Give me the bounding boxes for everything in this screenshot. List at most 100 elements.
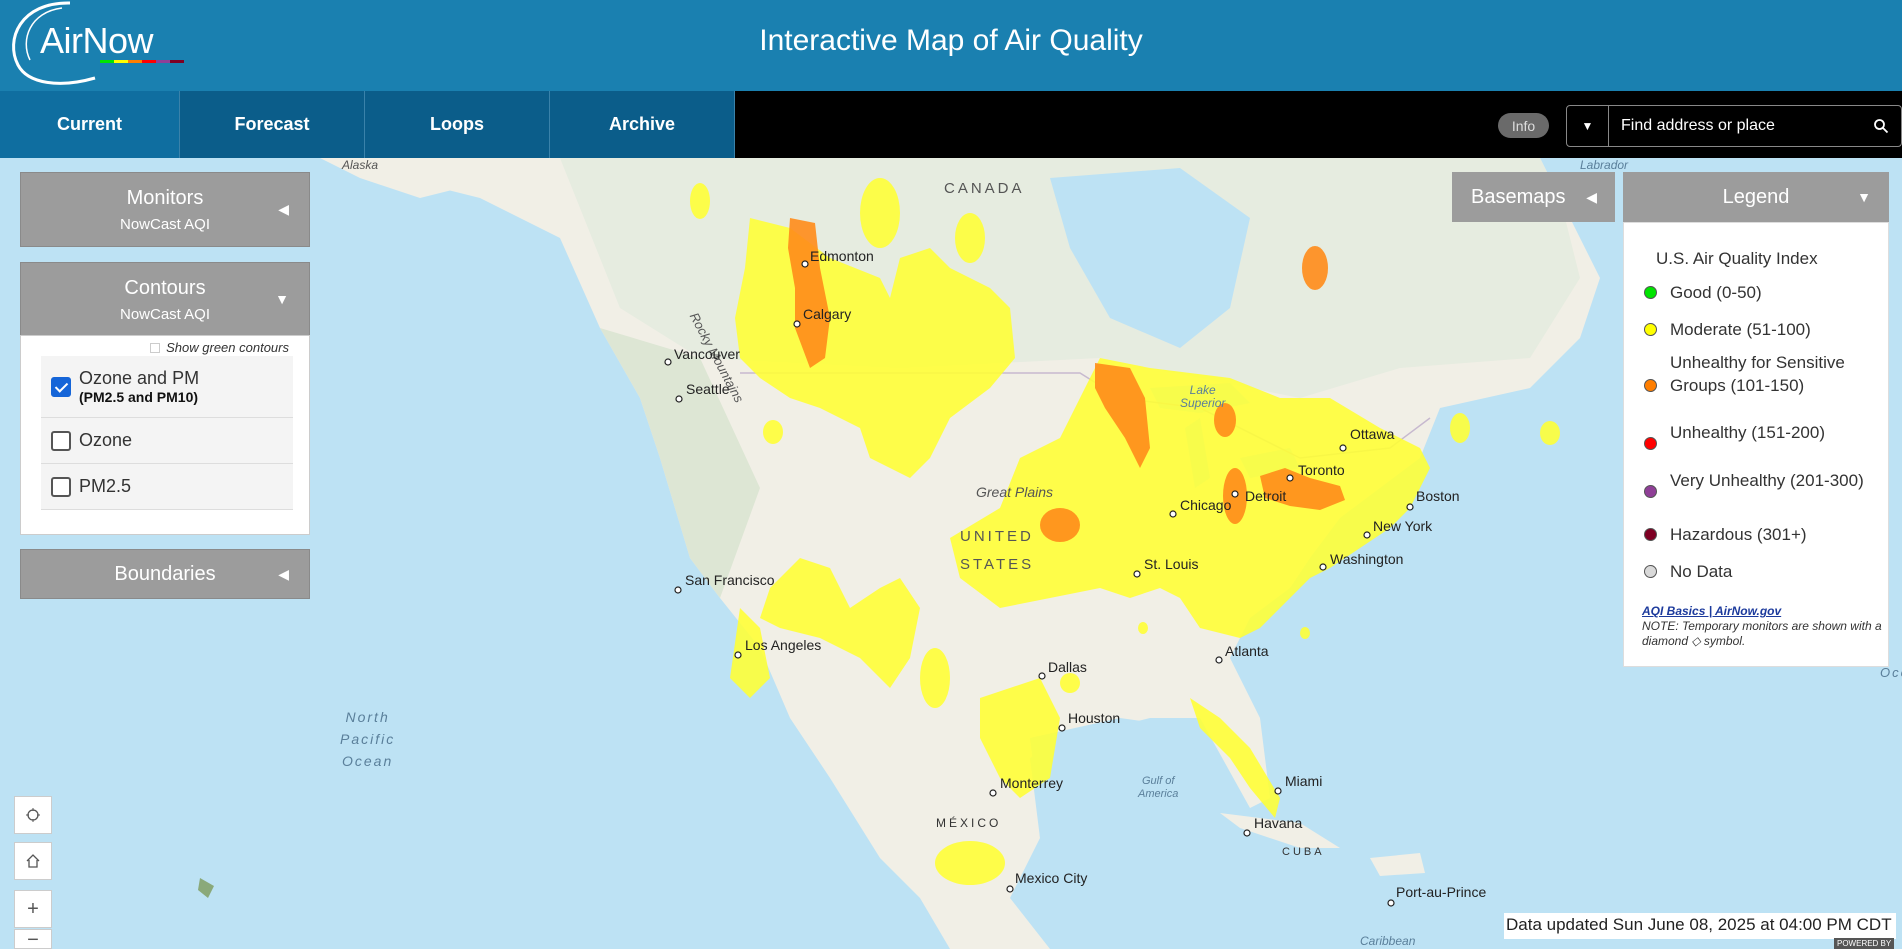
tab-archive[interactable]: Archive — [550, 91, 735, 158]
collapse-left-icon: ◀ — [278, 566, 289, 582]
legend-item-unhealthy: Unhealthy (151-200) — [1644, 421, 1880, 450]
aqi-dot-icon — [1644, 485, 1657, 498]
map-label-ottawa: Ottawa — [1350, 426, 1395, 442]
map-label-mexico: MÉXICO — [936, 816, 1002, 830]
search-source-dropdown[interactable]: ▼ — [1567, 106, 1609, 146]
map-label-alaska: Alaska — [342, 158, 379, 172]
map-label-caribbean: Caribbean — [1360, 934, 1416, 948]
option-label: Ozone and PM — [79, 368, 200, 388]
option-sublabel: (PM2.5 and PM10) — [79, 389, 199, 405]
locate-button[interactable] — [14, 796, 52, 834]
legend-label: Very Unhealthy (201-300) — [1670, 471, 1864, 490]
map-label-port-au-prince: Port-au-Prince — [1396, 884, 1487, 900]
map-label-united: UNITED — [960, 528, 1034, 545]
plus-icon: + — [27, 897, 39, 920]
map-label-san-francisco: San Francisco — [685, 572, 775, 588]
logo-bar — [114, 60, 128, 63]
map-label-chicago: Chicago — [1180, 497, 1232, 513]
map-label-toronto: Toronto — [1298, 462, 1345, 478]
map-label-detroit: Detroit — [1245, 488, 1287, 504]
legend-heading: U.S. Air Quality Index — [1656, 249, 1818, 268]
gulf-label-line2: America — [1138, 788, 1179, 800]
logo-bar — [142, 60, 156, 63]
aqi-basics-link[interactable]: AQI Basics | AirNow.gov — [1642, 604, 1781, 618]
map-label-great-plains: Great Plains — [976, 484, 1054, 500]
zoom-out-button[interactable]: − — [14, 929, 52, 949]
aqi-dot-icon — [1644, 286, 1657, 299]
basemaps-panel-header[interactable]: Basemaps ◀ — [1452, 172, 1615, 222]
legend-label: Good (0-50) — [1670, 283, 1762, 302]
pm25-checkbox[interactable] — [51, 476, 71, 497]
collapse-left-icon: ◀ — [278, 201, 289, 217]
map-label-monterrey: Monterrey — [1000, 775, 1064, 791]
legend-title: Legend — [1722, 185, 1790, 208]
page-title: Interactive Map of Air Quality — [759, 24, 1143, 57]
show-green-label: Show green contours — [166, 340, 289, 355]
data-updated-status: Data updated Sun June 08, 2025 at 04:00 … — [1504, 913, 1896, 939]
tab-current[interactable]: Current — [0, 91, 180, 158]
logo-bar — [100, 60, 114, 63]
map-label-labrador: Labrador — [1580, 158, 1629, 172]
map-label-canada: CANADA — [944, 180, 1025, 197]
chevron-down-icon: ▼ — [1857, 189, 1871, 205]
boundaries-panel-header[interactable]: Boundaries ◀ — [20, 549, 310, 599]
monitors-subtitle: NowCast AQI — [119, 216, 211, 233]
search-icon[interactable] — [1861, 106, 1901, 146]
map-label-miami: Miami — [1285, 773, 1323, 789]
contours-panel-header[interactable]: Contours NowCast AQI ▼ — [20, 262, 310, 337]
legend-item-good: Good (0-50) — [1644, 281, 1880, 304]
contours-panel-body: Show green contours Ozone and PM (PM2.5 … — [20, 335, 310, 535]
map-label-washington: Washington — [1330, 551, 1404, 567]
legend-note: NOTE: Temporary monitors are shown with … — [1642, 619, 1882, 648]
info-button[interactable]: Info — [1498, 113, 1549, 138]
map-label-north-pacific: North Pacific Ocean — [340, 706, 395, 772]
option-text: Ozone and PM (PM2.5 and PM10) — [79, 368, 199, 405]
map-label-seattle: Seattle — [686, 381, 730, 397]
legend-panel-header[interactable]: Legend ▼ — [1623, 172, 1889, 222]
map-label-cuba: CUBA — [1282, 846, 1325, 858]
map-label-states: STATES — [960, 556, 1035, 573]
option-label: PM2.5 — [79, 476, 132, 496]
minus-icon: − — [27, 929, 39, 949]
contours-title: Contours — [124, 277, 206, 299]
ozone-checkbox[interactable] — [51, 430, 71, 451]
legend-label: Hazardous (301+) — [1670, 525, 1807, 544]
search-input[interactable] — [1609, 106, 1861, 146]
option-pm25[interactable]: PM2.5 — [41, 464, 293, 510]
zoom-in-button[interactable]: + — [14, 890, 52, 928]
option-ozone[interactable]: Ozone — [41, 418, 293, 464]
chevron-down-icon: ▼ — [275, 291, 289, 307]
map-label-gulf-of-america: Gulf of America — [1138, 775, 1178, 801]
crosshair-icon — [26, 808, 40, 822]
logo-bar — [156, 60, 170, 63]
aqi-dot-icon — [1644, 528, 1657, 541]
monitors-panel-header[interactable]: Monitors NowCast AQI ◀ — [20, 172, 310, 247]
map-label-atlanta: Atlanta — [1225, 643, 1269, 659]
map-label-los-angeles: Los Angeles — [745, 637, 822, 653]
show-green-checkbox[interactable] — [150, 342, 161, 353]
app-header: AirNow Interactive Map of Air Quality — [0, 0, 1902, 91]
home-button[interactable] — [14, 842, 52, 880]
tab-forecast[interactable]: Forecast — [180, 91, 365, 158]
monitors-title: Monitors — [126, 187, 204, 209]
aqi-dot-icon — [1644, 565, 1657, 578]
legend-item-very-unhealthy: Very Unhealthy (201-300) — [1644, 469, 1880, 498]
logo-color-bars — [100, 60, 184, 63]
search-box: ▼ — [1566, 105, 1902, 147]
map-label-new-york: New York — [1373, 518, 1433, 534]
ozone-and-pm-checkbox[interactable] — [51, 376, 71, 397]
show-green-contours-toggle[interactable]: Show green contours — [150, 340, 289, 355]
lake-label-line2: Superior — [1180, 396, 1226, 410]
legend-label: Moderate (51-100) — [1670, 320, 1811, 339]
aqi-dot-icon — [1644, 379, 1657, 392]
option-ozone-and-pm[interactable]: Ozone and PM (PM2.5 and PM10) — [41, 356, 293, 418]
map-label-houston: Houston — [1068, 710, 1121, 726]
map-label-vancouver: Vancouver — [674, 346, 740, 362]
legend-label: Unhealthy (151-200) — [1670, 423, 1825, 442]
home-icon — [26, 854, 40, 868]
gulf-label-line1: Gulf of — [1141, 775, 1175, 787]
aqi-dot-icon — [1644, 323, 1657, 336]
legend-label: No Data — [1670, 562, 1733, 581]
logo-bar — [128, 60, 142, 63]
tab-loops[interactable]: Loops — [365, 91, 550, 158]
